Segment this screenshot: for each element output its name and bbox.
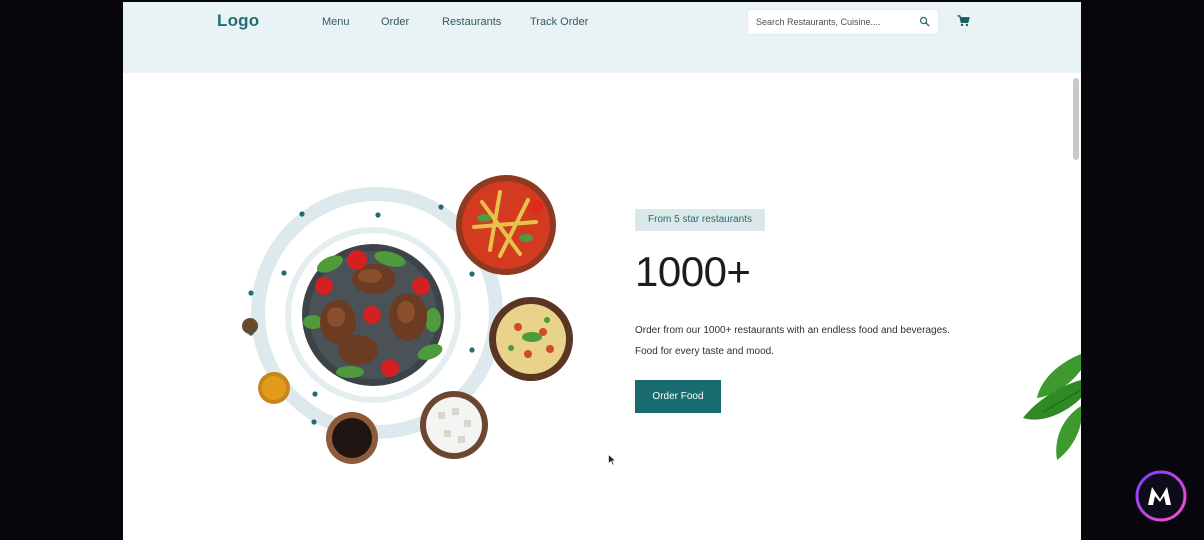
search-input[interactable] bbox=[756, 14, 914, 30]
hero-badge: From 5 star restaurants bbox=[635, 209, 765, 231]
leaf-decoration bbox=[1023, 354, 1081, 460]
nav-link-order[interactable]: Order bbox=[381, 16, 409, 28]
channel-logo-icon bbox=[1135, 470, 1187, 522]
hero-description-line-2: Food for every taste and mood. bbox=[635, 346, 774, 357]
nav-link-track-order[interactable]: Track Order bbox=[530, 16, 588, 28]
hero-headline: 1000+ bbox=[635, 248, 751, 295]
nav-link-menu[interactable]: Menu bbox=[322, 16, 350, 28]
nav-link-restaurants[interactable]: Restaurants bbox=[442, 16, 501, 28]
browser-viewport: Logo Menu Order Restaurants Track Order bbox=[123, 2, 1081, 540]
scrollbar-thumb[interactable] bbox=[1073, 78, 1079, 160]
hero-description-line-1: Order from our 1000+ restaurants with an… bbox=[635, 325, 950, 336]
logo[interactable]: Logo bbox=[217, 11, 259, 31]
search-icon[interactable] bbox=[919, 16, 930, 27]
navbar: Logo Menu Order Restaurants Track Order bbox=[123, 2, 1081, 73]
order-food-button[interactable]: Order Food bbox=[635, 380, 721, 413]
cart-icon[interactable] bbox=[957, 15, 970, 27]
food-illustration bbox=[242, 175, 573, 464]
search-box bbox=[748, 10, 938, 34]
hero-description: Order from our 1000+ restaurants with an… bbox=[635, 320, 995, 362]
mouse-cursor-icon bbox=[608, 454, 616, 466]
